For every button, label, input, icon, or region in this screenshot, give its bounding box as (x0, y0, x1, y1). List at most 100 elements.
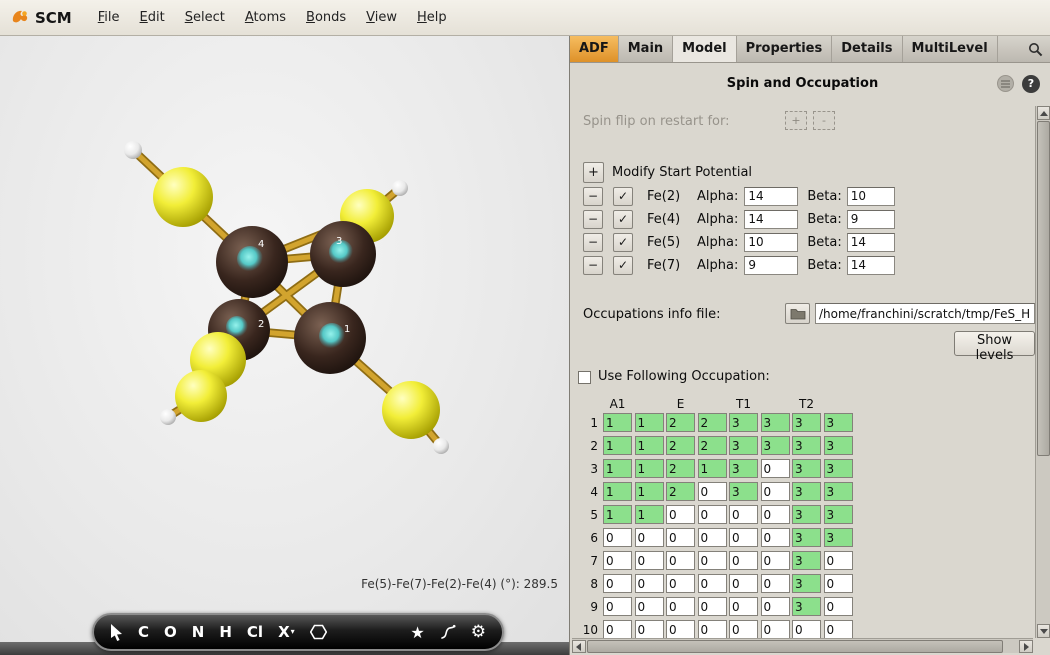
occupation-cell[interactable] (603, 413, 632, 432)
pointer-tool-button[interactable] (110, 624, 123, 641)
vertical-scrollbar[interactable] (1035, 106, 1050, 638)
alpha-input[interactable] (744, 187, 798, 206)
occupation-cell[interactable] (792, 482, 821, 501)
occupation-cell[interactable] (698, 574, 727, 593)
vertical-scroll-thumb[interactable] (1037, 121, 1050, 456)
add-potential-button[interactable]: + (583, 162, 604, 183)
occupation-cell[interactable] (729, 436, 758, 455)
occupation-cell[interactable] (792, 528, 821, 547)
atom-s-5[interactable] (382, 381, 440, 439)
horizontal-scrollbar[interactable] (572, 638, 1033, 653)
occupation-cell[interactable] (761, 413, 790, 432)
scroll-down-arrow-icon[interactable] (1037, 624, 1050, 638)
occupation-cell[interactable] (666, 597, 695, 616)
tab-adf[interactable]: ADF (570, 36, 619, 62)
scroll-right-arrow-icon[interactable] (1019, 640, 1033, 653)
occupation-cell[interactable] (666, 574, 695, 593)
occupation-cell[interactable] (698, 436, 727, 455)
settings-tool-button[interactable]: ⚙ (471, 622, 486, 642)
occupation-cell[interactable] (635, 505, 664, 524)
occupation-cell[interactable] (635, 620, 664, 638)
occupation-cell[interactable] (761, 620, 790, 638)
occupation-cell[interactable] (792, 459, 821, 478)
menu-bonds[interactable]: Bonds (296, 0, 356, 36)
atom-h-2[interactable] (392, 180, 408, 196)
menu-view[interactable]: View (356, 0, 407, 36)
spin-flip-remove-button[interactable]: - (813, 111, 835, 130)
occupation-cell[interactable] (761, 436, 790, 455)
element-cl-button[interactable]: Cl (247, 623, 263, 641)
occupation-cell[interactable] (666, 528, 695, 547)
beta-input[interactable] (847, 187, 895, 206)
tab-model[interactable]: Model (673, 36, 736, 62)
search-icon[interactable] (1028, 42, 1043, 57)
tab-properties[interactable]: Properties (737, 36, 833, 62)
occupation-cell[interactable] (729, 551, 758, 570)
molecule-viewer[interactable]: 4 3 2 1 Fe(5)-Fe(7)-Fe(2)-Fe(4) (°): 289… (0, 36, 570, 655)
occupation-cell[interactable] (603, 482, 632, 501)
spin-flip-add-button[interactable]: + (785, 111, 807, 130)
menu-edit[interactable]: Edit (130, 0, 175, 36)
occupation-cell[interactable] (698, 528, 727, 547)
star-tool-button[interactable]: ★ (410, 623, 424, 642)
occupation-cell[interactable] (729, 597, 758, 616)
horizontal-scroll-thumb[interactable] (587, 640, 1003, 653)
occupation-cell[interactable] (635, 528, 664, 547)
occupation-cell[interactable] (792, 574, 821, 593)
occupation-cell[interactable] (824, 482, 853, 501)
remove-potential-button[interactable]: − (583, 256, 603, 275)
occupation-cell[interactable] (729, 505, 758, 524)
occupation-cell[interactable] (729, 528, 758, 547)
occupation-cell[interactable] (635, 459, 664, 478)
occupation-cell[interactable] (603, 597, 632, 616)
occupation-cell[interactable] (603, 620, 632, 638)
occupation-cell[interactable] (824, 574, 853, 593)
occupation-cell[interactable] (729, 482, 758, 501)
occupation-cell[interactable] (635, 551, 664, 570)
element-c-button[interactable]: C (138, 623, 149, 641)
occupation-cell[interactable] (729, 459, 758, 478)
molecule-3d-view[interactable]: 4 3 2 1 (0, 36, 570, 596)
tab-main[interactable]: Main (619, 36, 673, 62)
alpha-input[interactable] (744, 233, 798, 252)
occupation-cell[interactable] (698, 413, 727, 432)
occupation-cell[interactable] (666, 436, 695, 455)
element-n-button[interactable]: N (192, 623, 205, 641)
occupation-cell[interactable] (729, 413, 758, 432)
occupation-cell[interactable] (666, 482, 695, 501)
occupation-cell[interactable] (666, 551, 695, 570)
occupation-cell[interactable] (761, 574, 790, 593)
occupation-cell[interactable] (635, 574, 664, 593)
beta-input[interactable] (847, 233, 895, 252)
menu-atoms[interactable]: Atoms (235, 0, 296, 36)
occupation-cell[interactable] (824, 551, 853, 570)
occupation-cell[interactable] (698, 597, 727, 616)
menu-file[interactable]: File (88, 0, 130, 36)
menu-help[interactable]: Help (407, 0, 457, 36)
atom-h-3[interactable] (160, 409, 176, 425)
occupation-cell[interactable] (698, 505, 727, 524)
occupation-cell[interactable] (792, 505, 821, 524)
occupation-cell[interactable] (603, 459, 632, 478)
occupation-cell[interactable] (603, 436, 632, 455)
occupation-cell[interactable] (603, 551, 632, 570)
occupation-cell[interactable] (666, 459, 695, 478)
occupation-cell[interactable] (792, 551, 821, 570)
occupation-cell[interactable] (635, 413, 664, 432)
potential-enabled-checkbox[interactable]: ✓ (613, 233, 633, 252)
occupation-cell[interactable] (729, 574, 758, 593)
atom-s-1[interactable] (153, 167, 213, 227)
browse-file-button[interactable] (785, 303, 810, 324)
element-o-button[interactable]: O (164, 623, 177, 641)
potential-enabled-checkbox[interactable]: ✓ (613, 210, 633, 229)
occupation-cell[interactable] (635, 597, 664, 616)
scroll-left-arrow-icon[interactable] (572, 640, 586, 653)
lasso-tool-button[interactable] (440, 624, 456, 640)
element-h-button[interactable]: H (219, 623, 232, 641)
alpha-input[interactable] (744, 210, 798, 229)
occupation-cell[interactable] (792, 597, 821, 616)
help-button[interactable]: ? (1022, 75, 1040, 93)
potential-enabled-checkbox[interactable]: ✓ (613, 256, 633, 275)
occupation-cell[interactable] (761, 528, 790, 547)
menu-select[interactable]: Select (175, 0, 235, 36)
